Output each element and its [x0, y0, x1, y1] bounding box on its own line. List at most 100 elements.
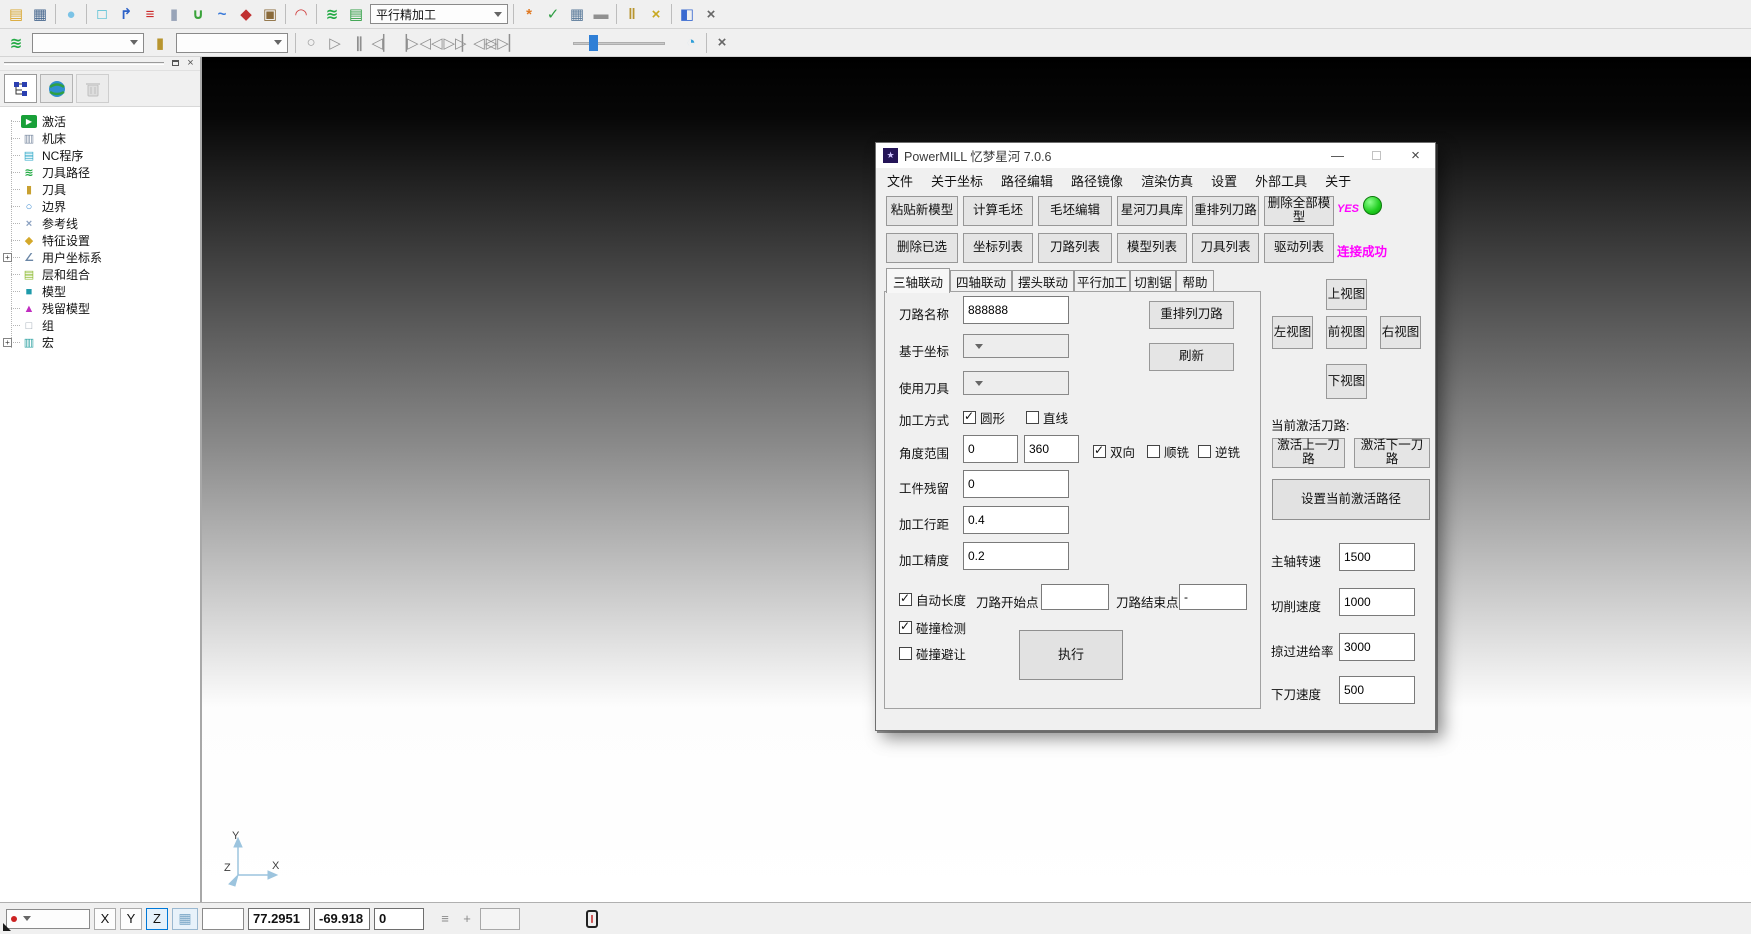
tab-saw[interactable]: 切割锯: [1130, 270, 1176, 292]
tree-expander-icon[interactable]: +: [3, 338, 12, 347]
collision-check-icon[interactable]: ✓: [541, 3, 565, 25]
point-list-icon[interactable]: ≡: [436, 911, 454, 926]
mode-line-checkbox[interactable]: 直线: [1026, 408, 1068, 427]
bidirectional-checkbox[interactable]: 双向: [1093, 442, 1135, 461]
tree-item-nc-programs[interactable]: ▤NC程序: [0, 147, 200, 164]
activate-next-button[interactable]: 激活下一刀路: [1354, 438, 1430, 468]
trim-icon[interactable]: ×: [644, 3, 668, 25]
position-combobox[interactable]: [6, 909, 90, 929]
rearrange-toolpaths-button[interactable]: 重排列刀路: [1192, 196, 1259, 226]
tree-item-macros[interactable]: +▥宏: [0, 334, 200, 351]
tree-item-activate[interactable]: ▶激活: [0, 113, 200, 130]
plunge-feed-input[interactable]: [1339, 676, 1415, 704]
tree-item-toolpaths[interactable]: ≋刀具路径: [0, 164, 200, 181]
menu-path-mirror[interactable]: 路径镜像: [1062, 171, 1132, 190]
conventional-checkbox[interactable]: 逆铣: [1198, 442, 1240, 461]
z-levels-icon[interactable]: ≡: [138, 3, 162, 25]
points-icon[interactable]: ◆: [234, 3, 258, 25]
close-button[interactable]: ×: [1396, 143, 1435, 168]
stock-remain-input[interactable]: [963, 470, 1069, 498]
tree-item-groups[interactable]: □组: [0, 317, 200, 334]
light-toggle-icon[interactable]: ○: [299, 32, 323, 54]
go-end-icon[interactable]: ▷▷▏: [491, 32, 515, 54]
end-point-input[interactable]: [1179, 584, 1247, 610]
step-forward-icon[interactable]: ▕▷: [395, 32, 419, 54]
resize-grip[interactable]: [3, 923, 11, 931]
toolbar-close-icon[interactable]: ×: [699, 3, 723, 25]
tree-item-workplanes[interactable]: +∠用户坐标系: [0, 249, 200, 266]
collision-avoid-checkbox[interactable]: 碰撞避让: [899, 644, 966, 663]
tool-small-icon[interactable]: ▮: [148, 32, 172, 54]
skim-feed-input[interactable]: [1339, 633, 1415, 661]
view-front-button[interactable]: 前视图: [1326, 316, 1367, 349]
start-point-input[interactable]: [1041, 584, 1109, 610]
simulation-icon[interactable]: ◠: [289, 3, 313, 25]
angle-to-input[interactable]: [1024, 435, 1079, 463]
menu-path-edit[interactable]: 路径编辑: [992, 171, 1062, 190]
tool-list-button[interactable]: 刀具列表: [1192, 233, 1259, 263]
menu-settings[interactable]: 设置: [1202, 171, 1246, 190]
clock-icon[interactable]: ◔: [679, 32, 703, 54]
grid-size-field[interactable]: [202, 908, 244, 930]
stepover-input[interactable]: [963, 506, 1069, 534]
minimize-button[interactable]: —: [1318, 143, 1357, 168]
toolpath-verify-icon[interactable]: *: [517, 3, 541, 25]
locate-icon[interactable]: +: [458, 911, 476, 926]
climb-checkbox[interactable]: 顺铣: [1147, 442, 1189, 461]
play-icon[interactable]: ▷: [323, 32, 347, 54]
toolpath-select-combobox[interactable]: [32, 33, 144, 53]
tree-item-boundaries[interactable]: ○边界: [0, 198, 200, 215]
dialog-title-bar[interactable]: ★ PowerMILL 忆梦星河 7.0.6 — ×: [876, 143, 1435, 168]
axis-x-toggle[interactable]: X: [94, 908, 116, 930]
rearrange-toolpath-button[interactable]: 重排列刀路: [1149, 301, 1234, 329]
mode-circle-checkbox[interactable]: 圆形: [963, 408, 1005, 427]
block-icon[interactable]: □: [90, 3, 114, 25]
view-left-button[interactable]: 左视图: [1272, 316, 1313, 349]
cutting-feed-input[interactable]: [1339, 588, 1415, 616]
panel-close-button[interactable]: ×: [184, 58, 197, 70]
tolerance-input[interactable]: [963, 542, 1069, 570]
use-tool-combobox[interactable]: [963, 371, 1069, 395]
save-icon[interactable]: ▦: [28, 3, 52, 25]
tool-pair-icon[interactable]: ‖: [620, 3, 644, 25]
toolbar-close-icon[interactable]: ×: [710, 32, 734, 54]
tree-expander-icon[interactable]: +: [3, 253, 12, 262]
calculator-icon[interactable]: ▦: [565, 3, 589, 25]
tree-item-tools[interactable]: ▮刀具: [0, 181, 200, 198]
open-file-icon[interactable]: ▤: [4, 3, 28, 25]
tree-item-models[interactable]: ■模型: [0, 283, 200, 300]
angle-from-input[interactable]: [963, 435, 1018, 463]
menu-about-coord[interactable]: 关于坐标: [922, 171, 992, 190]
boundary-icon[interactable]: ∪: [186, 3, 210, 25]
tab-explorer-tree[interactable]: [4, 74, 37, 103]
drive-list-button[interactable]: 驱动列表: [1264, 233, 1334, 263]
set-active-path-button[interactable]: 设置当前激活路径: [1272, 479, 1430, 520]
rewind-icon[interactable]: ◁◁: [419, 32, 443, 54]
slider-thumb[interactable]: [589, 35, 598, 51]
menu-about[interactable]: 关于: [1316, 171, 1360, 190]
base-coord-combobox[interactable]: [963, 334, 1069, 358]
tree-item-feature-sets[interactable]: ◆特征设置: [0, 232, 200, 249]
refresh-button[interactable]: 刷新: [1149, 343, 1234, 371]
tab-recycle-bin[interactable]: [76, 74, 109, 103]
tool-create-icon[interactable]: ▮: [162, 3, 186, 25]
tool-library-button[interactable]: 星河刀具库: [1117, 196, 1187, 226]
toolpath-name-input[interactable]: [963, 296, 1069, 324]
strategy-combobox[interactable]: 平行精加工: [370, 4, 508, 24]
coord-list-button[interactable]: 坐标列表: [963, 233, 1033, 263]
pause-icon[interactable]: ∥: [347, 32, 371, 54]
maximize-button[interactable]: [1357, 143, 1396, 168]
view-right-button[interactable]: 右视图: [1380, 316, 1421, 349]
menu-render-sim[interactable]: 渲染仿真: [1132, 171, 1202, 190]
menu-external-tools[interactable]: 外部工具: [1246, 171, 1316, 190]
delete-all-models-button[interactable]: 删除全部模型: [1264, 196, 1334, 226]
panel-grip[interactable]: ×: [0, 57, 200, 71]
simulation-speed-slider[interactable]: [573, 34, 665, 52]
mirror-toolpath-icon[interactable]: ◧: [675, 3, 699, 25]
panel-restore-button[interactable]: [169, 58, 182, 70]
axis-z-toggle[interactable]: Z: [146, 908, 168, 930]
view-top-button[interactable]: 上视图: [1326, 279, 1367, 310]
step-back-icon[interactable]: ◁▏: [371, 32, 395, 54]
calc-block-button[interactable]: 计算毛坯: [963, 196, 1033, 226]
device-pause-icon[interactable]: ∥: [586, 910, 598, 928]
